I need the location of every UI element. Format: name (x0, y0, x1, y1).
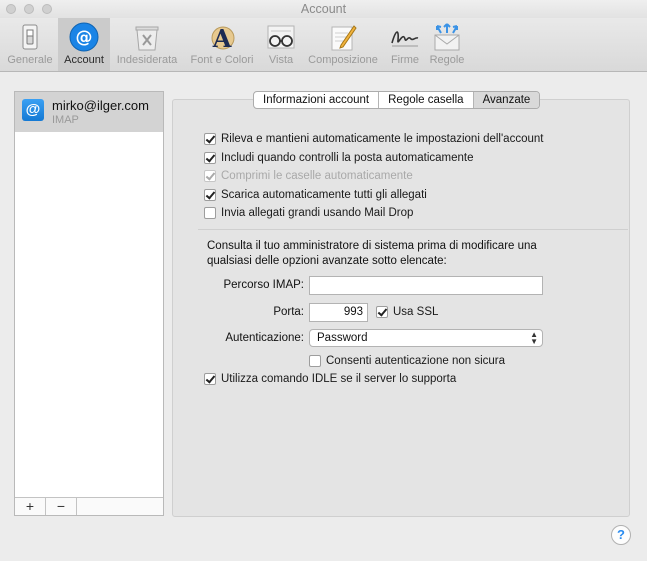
authentication-select[interactable]: Password ▲ ▼ (309, 329, 543, 347)
toolbar-item-font-e-colori[interactable]: A Font e Colori (186, 18, 258, 71)
window-title: Account (300, 2, 347, 16)
toolbar-item-label: Firme (390, 54, 420, 66)
toolbar-item-regole[interactable]: Regole (426, 18, 468, 71)
at-sign-icon: @ (22, 99, 44, 121)
svg-text:@: @ (76, 28, 93, 48)
account-name: mirko@ilger.com (52, 98, 149, 113)
toolbar-item-label: Indesiderata (116, 54, 178, 66)
title-bar: Account (0, 0, 647, 18)
add-account-button[interactable]: + (15, 498, 46, 515)
checkbox-label: Usa SSL (393, 306, 439, 318)
account-tabs: Informazioni account Regole casella Avan… (253, 91, 541, 109)
checkbox-label: Utilizza comando IDLE se il server lo su… (221, 373, 457, 385)
checkbox-box[interactable] (204, 373, 216, 385)
toolbar-item-label: Font e Colori (190, 54, 254, 66)
authentication-label: Autenticazione: (225, 332, 304, 344)
preferences-toolbar: Generale @ Account Indesiderata A Font e… (0, 18, 647, 72)
toolbar-item-label: Generale (7, 54, 53, 66)
insecure-auth-checkbox[interactable]: Consenti autenticazione non sicura (309, 353, 505, 369)
advanced-notice: Consulta il tuo amministratore di sistem… (207, 240, 537, 267)
compact-mailboxes-checkbox: Comprimi le caselle automaticamente (204, 168, 413, 184)
checkbox-box[interactable] (376, 306, 388, 318)
checkbox-box[interactable] (204, 152, 216, 164)
checkbox-label: Includi quando controlli la posta automa… (221, 152, 474, 164)
imap-path-input[interactable] (309, 276, 543, 295)
tab-regole-casella[interactable]: Regole casella (379, 92, 474, 108)
toolbar-item-generale[interactable]: Generale (4, 18, 56, 71)
remove-account-button[interactable]: − (46, 498, 77, 515)
checkbox-label: Comprimi le caselle automaticamente (221, 170, 413, 182)
use-idle-checkbox[interactable]: Utilizza comando IDLE se il server lo su… (204, 371, 456, 387)
signature-icon (391, 31, 419, 47)
help-button[interactable]: ? (611, 525, 631, 545)
port-input[interactable]: 993 (309, 303, 368, 322)
toolbar-item-label: Regole (429, 54, 465, 66)
checkbox-box[interactable] (309, 355, 321, 367)
tab-avanzate[interactable]: Avanzate (473, 92, 540, 108)
junk-bin-icon (135, 26, 159, 51)
tab-informazioni-account[interactable]: Informazioni account (254, 92, 380, 108)
port-label: Porta: (273, 306, 304, 318)
toolbar-item-indesiderata[interactable]: Indesiderata (112, 18, 182, 71)
glasses-icon (267, 25, 295, 49)
mail-drop-checkbox[interactable]: Invia allegati grandi usando Mail Drop (204, 205, 413, 221)
auto-detect-settings-checkbox[interactable]: Rileva e mantieni automaticamente le imp… (204, 131, 543, 147)
checkbox-box[interactable] (204, 189, 216, 201)
rules-envelope-icon (434, 23, 460, 51)
checkbox-label: Scarica automaticamente tutti gli allega… (221, 189, 427, 201)
download-attachments-checkbox[interactable]: Scarica automaticamente tutti gli allega… (204, 187, 427, 203)
account-list-footer: + − (15, 497, 163, 515)
light-switch-icon (22, 24, 38, 50)
font-icon: A (211, 24, 235, 53)
toolbar-item-label: Vista (268, 54, 294, 66)
toolbar-item-vista[interactable]: Vista (262, 18, 300, 71)
toolbar-item-firme[interactable]: Firme (386, 18, 424, 71)
checkbox-box (204, 170, 216, 182)
use-ssl-checkbox[interactable]: Usa SSL (376, 304, 438, 320)
svg-text:A: A (212, 24, 232, 53)
section-divider (198, 229, 628, 230)
toolbar-item-label: Account (64, 54, 104, 66)
checkbox-label: Consenti autenticazione non sicura (326, 355, 506, 367)
toolbar-item-label: Composizione (308, 54, 378, 66)
toolbar-item-account[interactable]: @ Account (58, 18, 110, 71)
updown-arrows-icon: ▲ ▼ (530, 330, 538, 346)
authentication-value: Password (317, 332, 368, 344)
imap-path-label: Percorso IMAP: (223, 279, 304, 291)
at-sign-icon: @ (69, 22, 99, 52)
account-type: IMAP (52, 114, 79, 126)
toolbar-item-composizione[interactable]: Composizione (304, 18, 382, 71)
pencil-icon (331, 25, 357, 51)
account-list: @ mirko@ilger.com IMAP + − (14, 91, 164, 516)
include-check-checkbox[interactable]: Includi quando controlli la posta automa… (204, 150, 474, 166)
checkbox-label: Invia allegati grandi usando Mail Drop (221, 207, 414, 219)
account-row[interactable]: @ mirko@ilger.com IMAP (15, 92, 163, 132)
checkbox-label: Rileva e mantieni automaticamente le imp… (221, 133, 544, 145)
checkbox-box[interactable] (204, 133, 216, 145)
checkbox-box[interactable] (204, 207, 216, 219)
